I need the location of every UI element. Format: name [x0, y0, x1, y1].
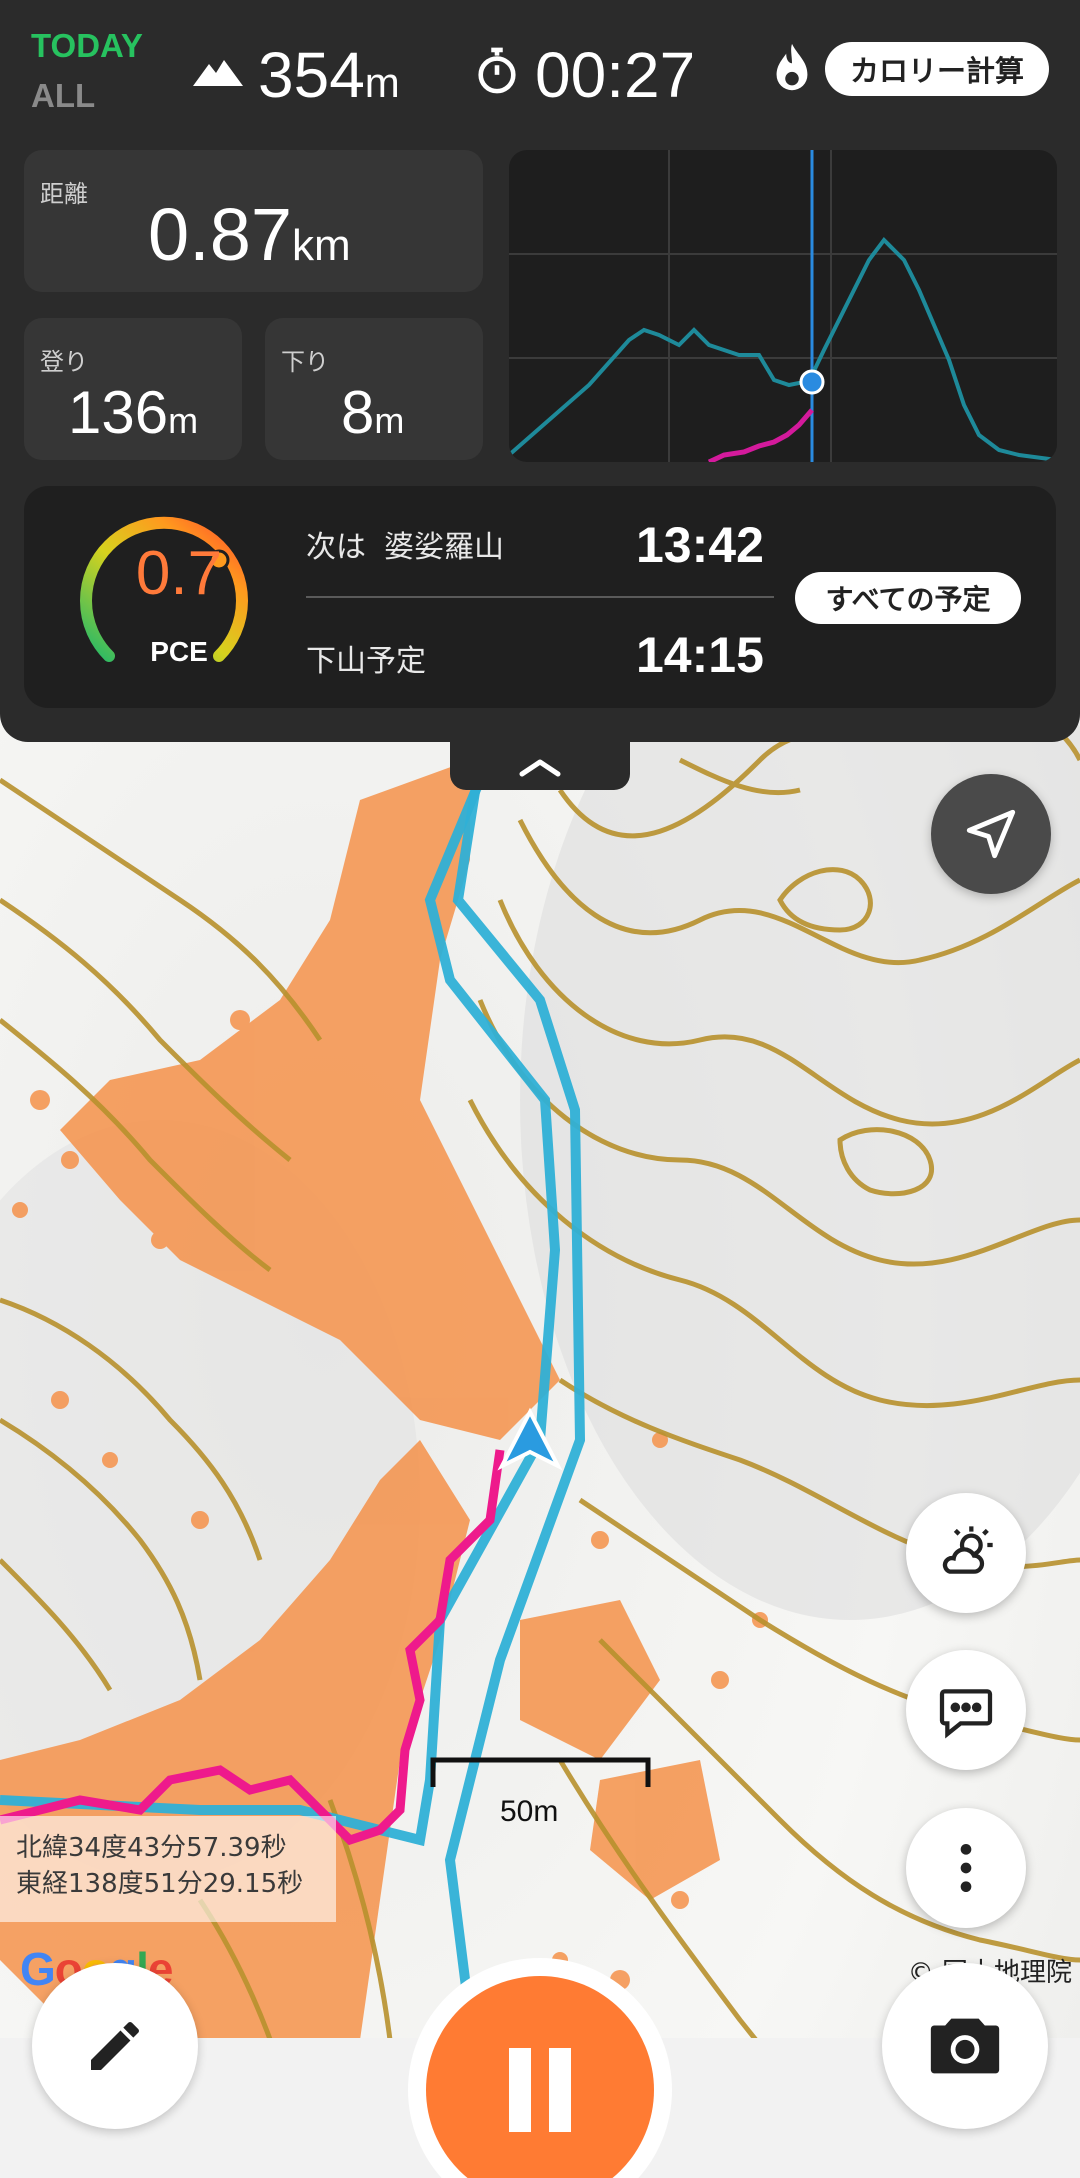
chat-bubble-icon	[939, 1689, 993, 1739]
chat-button[interactable]	[906, 1650, 1026, 1770]
pencil-icon	[91, 2021, 139, 2070]
ascent-value-group: 136m	[68, 378, 198, 447]
camera-icon	[930, 2018, 1000, 2074]
activity-panel: TODAY ALL 354 m 00:27 カロリー計算 距離 0.87km 登…	[0, 0, 1080, 742]
distance-card: 距離 0.87km	[24, 150, 483, 292]
flame-icon	[776, 43, 808, 91]
stopwatch-icon	[478, 47, 516, 94]
altitude-unit: m	[364, 59, 400, 106]
planned-elevation-line	[509, 236, 1057, 462]
pce-label: PCE	[150, 636, 208, 667]
distance-value-group: 0.87km	[148, 192, 351, 277]
scale-label: 50m	[500, 1795, 559, 1828]
descent-value: 8	[341, 379, 375, 446]
chevron-up-icon	[519, 759, 561, 777]
weather-sun-cloud-icon	[942, 1526, 993, 1574]
plan-card: 0.7 PCE 次は 婆娑羅山 13:42 下山予定 14:15 すべての予定	[24, 486, 1056, 708]
descent-plan-time: 14:15	[636, 627, 764, 683]
altitude-stat: 354 m	[258, 38, 400, 112]
current-position-marker	[799, 369, 825, 395]
distance-unit: km	[292, 221, 351, 270]
descent-plan-label: 下山予定	[306, 644, 426, 679]
plan-divider	[306, 596, 774, 598]
walked-elevation-line	[707, 408, 814, 462]
longitude-text: 東経138度51分29.15秒	[16, 1869, 304, 1899]
next-prefix: 次は	[306, 530, 366, 565]
pce-value: 0.7	[135, 539, 223, 608]
next-waypoint-name: 婆娑羅山	[384, 530, 504, 565]
altitude-value: 354	[258, 39, 365, 111]
mode-today-tab[interactable]: TODAY	[31, 27, 143, 65]
weather-button[interactable]	[906, 1493, 1026, 1613]
ascent-value: 136	[68, 379, 169, 446]
descent-label: 下り	[281, 348, 329, 376]
mode-all-tab[interactable]: ALL	[31, 77, 95, 115]
elevation-profile-chart[interactable]	[509, 150, 1057, 462]
chart-grid	[509, 150, 1057, 462]
all-plans-button[interactable]: すべての予定	[795, 572, 1021, 624]
pause-icon	[509, 2048, 571, 2132]
navigation-arrow-icon	[966, 809, 1016, 859]
next-waypoint-time: 13:42	[636, 517, 764, 573]
ascent-card: 登り 136m	[24, 318, 242, 460]
camera-button[interactable]	[882, 1963, 1048, 2129]
elapsed-time-value: 00:27	[535, 39, 696, 111]
ascent-unit: m	[168, 400, 199, 441]
edit-button[interactable]	[32, 1963, 198, 2129]
elapsed-time-stat: 00:27	[535, 38, 695, 112]
distance-value: 0.87	[148, 193, 293, 276]
descent-value-group: 8m	[341, 378, 404, 447]
ascent-label: 登り	[40, 348, 88, 376]
more-vertical-icon	[960, 1844, 972, 1892]
descent-card: 下り 8m	[265, 318, 483, 460]
collapse-panel-button[interactable]	[450, 742, 630, 790]
latitude-text: 北緯34度43分57.39秒	[16, 1833, 287, 1863]
calorie-calc-button[interactable]: カロリー計算	[825, 42, 1049, 96]
distance-label: 距離	[40, 180, 88, 208]
mountain-icon	[193, 60, 243, 86]
coordinates-readout: 北緯34度43分57.39秒 東経138度51分29.15秒	[0, 1816, 336, 1922]
locate-button[interactable]	[931, 774, 1051, 894]
descent-unit: m	[374, 400, 405, 441]
more-options-button[interactable]	[906, 1808, 1026, 1928]
